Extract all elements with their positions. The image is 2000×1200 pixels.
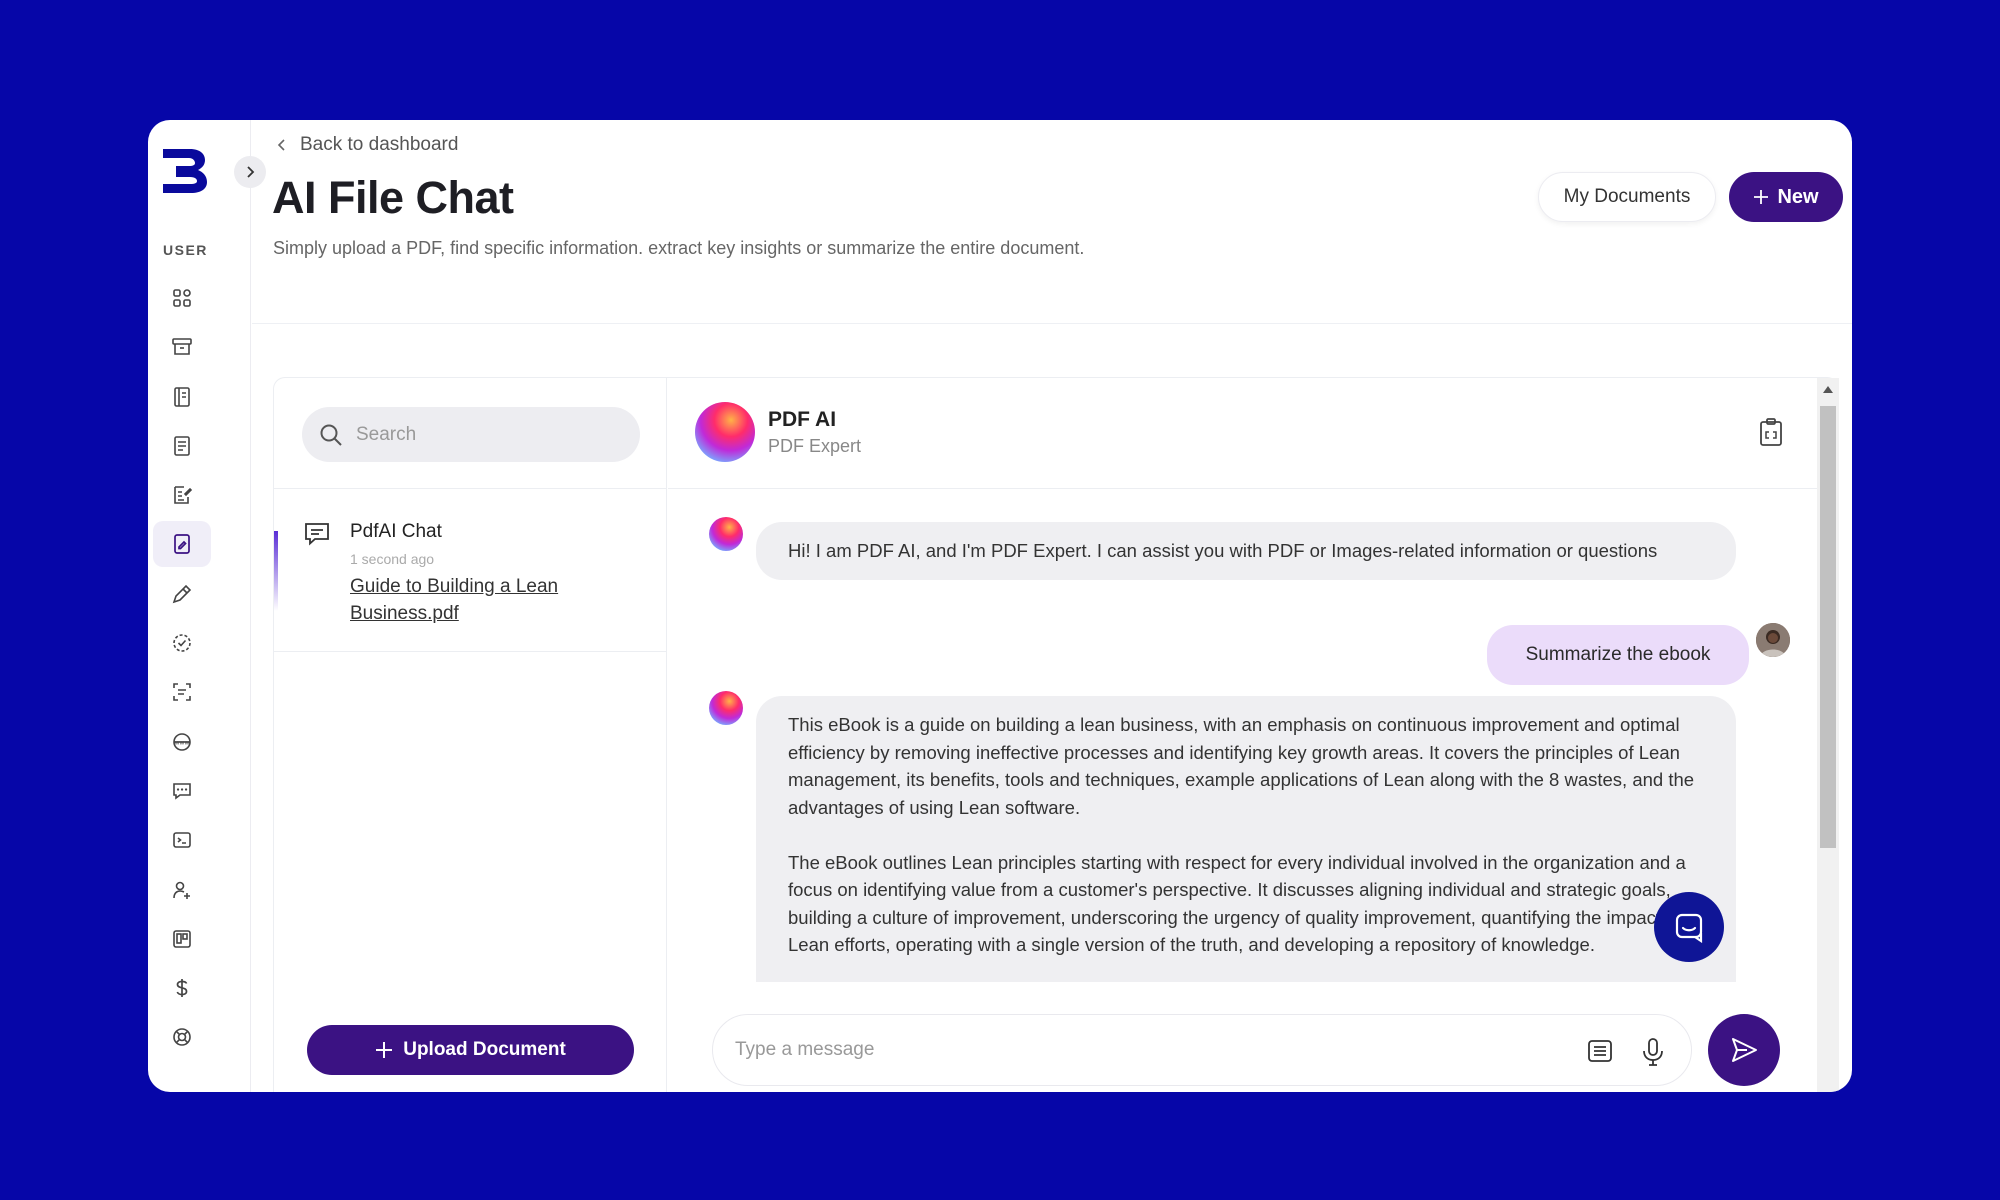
sidebar-item-chat[interactable]: [153, 768, 211, 814]
bot-avatar: [695, 402, 755, 462]
document-icon: [174, 436, 190, 456]
chat-bubble-icon: [305, 523, 329, 546]
chat-list-item[interactable]: PdfAI Chat 1 second ago Guide to Buildin…: [274, 489, 667, 652]
chat-item-time: 1 second ago: [350, 551, 435, 567]
plus-icon: [1754, 190, 1769, 204]
chat-item-title: PdfAI Chat: [350, 521, 442, 542]
messenger-icon: [1675, 913, 1703, 943]
sidebar-item-dashboard[interactable]: [153, 275, 211, 321]
document-edit-icon: [174, 486, 193, 504]
chat-item-file-link[interactable]: Guide to Building a Lean Business.pdf: [350, 573, 610, 627]
file-chat-icon: [174, 534, 190, 555]
sidebar-item-archive[interactable]: [153, 324, 211, 370]
sidebar-toggle-button[interactable]: [234, 156, 266, 188]
sidebar-item-web[interactable]: www: [153, 719, 211, 765]
terminal-icon: [173, 832, 191, 849]
sidebar-item-board[interactable]: [153, 916, 211, 962]
my-documents-button[interactable]: My Documents: [1538, 172, 1716, 222]
bot-role: PDF Expert: [768, 436, 862, 456]
chat-icon: [173, 783, 191, 800]
sidebar-item-pen[interactable]: [153, 571, 211, 617]
chat-card: PdfAI Chat 1 second ago Guide to Buildin…: [273, 377, 1839, 1092]
support-chat-button[interactable]: [1654, 892, 1724, 962]
sidebar-item-tasks[interactable]: [153, 620, 211, 666]
message-composer: [712, 1014, 1692, 1086]
back-to-dashboard-link[interactable]: Back to dashboard: [276, 134, 458, 156]
archive-icon: [172, 338, 192, 356]
board-icon: [173, 930, 191, 948]
sidebar-item-billing[interactable]: [153, 965, 211, 1011]
back-link-label: Back to dashboard: [300, 134, 459, 155]
scan-text-icon: [173, 683, 191, 702]
add-user-icon: [173, 881, 190, 899]
conversation-header-divider: [668, 488, 1818, 489]
user-avatar: [1756, 623, 1790, 657]
sidebar-section-label: USER: [163, 242, 208, 258]
page-subtitle: Simply upload a PDF, find specific infor…: [273, 238, 1085, 258]
copy-conversation-button[interactable]: [1757, 417, 1785, 452]
sidebar-item-document[interactable]: [153, 423, 211, 469]
bot-message: Hi! I am PDF AI, and I'm PDF Expert. I c…: [756, 522, 1736, 580]
message-input[interactable]: [735, 1039, 1555, 1061]
send-button[interactable]: [1708, 1014, 1780, 1086]
www-icon: www: [173, 732, 191, 751]
header-divider: [252, 323, 1852, 324]
bot-message-avatar: [709, 517, 743, 551]
sidebar-item-scan[interactable]: [153, 669, 211, 715]
chevron-left-icon: [277, 139, 285, 151]
send-icon: [1732, 1038, 1757, 1062]
search-input[interactable]: [356, 423, 616, 446]
lifebuoy-icon: [173, 1028, 191, 1047]
upload-button-label: Upload Document: [403, 1039, 566, 1060]
app-window: USER www Back to dashboard AI File Chat …: [148, 120, 1852, 1092]
sidebar: USER www: [148, 120, 251, 1092]
page-title: AI File Chat: [272, 172, 514, 223]
bot-name: PDF AI: [768, 408, 837, 431]
vertical-scrollbar[interactable]: [1817, 378, 1839, 1092]
search-box[interactable]: [302, 407, 640, 462]
message-paragraph: The eBook outlines Lean principles start…: [788, 851, 1686, 956]
bot-message-avatar: [709, 691, 743, 725]
bot-message: This eBook is a guide on building a lean…: [756, 696, 1736, 982]
microphone-icon[interactable]: [1641, 1037, 1665, 1067]
notebook-icon: [174, 386, 190, 407]
message-paragraph: This eBook is a guide on building a lean…: [788, 714, 1695, 818]
chevron-right-icon: [247, 166, 255, 178]
svg-text:www: www: [175, 739, 190, 746]
grid-icon: [173, 289, 191, 307]
sidebar-item-notebook[interactable]: [153, 374, 211, 420]
conversation-pane: PDF AI PDF Expert Hi! I am PDF AI, and I…: [668, 378, 1818, 1092]
new-button[interactable]: New: [1729, 172, 1843, 222]
new-button-label: New: [1777, 185, 1819, 208]
search-icon: [320, 424, 342, 446]
sidebar-item-add-user[interactable]: [153, 867, 211, 913]
chat-list-pane: PdfAI Chat 1 second ago Guide to Buildin…: [274, 378, 667, 1092]
check-circle-icon: [173, 634, 191, 652]
brand-logo[interactable]: [160, 146, 210, 196]
scroll-up-arrow[interactable]: [1823, 386, 1833, 393]
sidebar-item-terminal[interactable]: [153, 817, 211, 863]
active-item-indicator: [274, 531, 278, 611]
user-message: Summarize the ebook: [1487, 625, 1749, 685]
clipboard-icon: [1760, 418, 1782, 446]
sidebar-item-support[interactable]: [153, 1014, 211, 1060]
pen-icon: [172, 584, 192, 604]
sidebar-item-writer[interactable]: [153, 472, 211, 518]
dollar-icon: [176, 979, 188, 998]
prompt-library-icon[interactable]: [1586, 1037, 1614, 1065]
sidebar-nav: www: [148, 275, 251, 1064]
scrollbar-thumb[interactable]: [1820, 406, 1836, 848]
upload-document-button[interactable]: Upload Document: [307, 1025, 634, 1075]
sidebar-item-file-chat[interactable]: [153, 521, 211, 568]
plus-icon: [376, 1042, 393, 1058]
